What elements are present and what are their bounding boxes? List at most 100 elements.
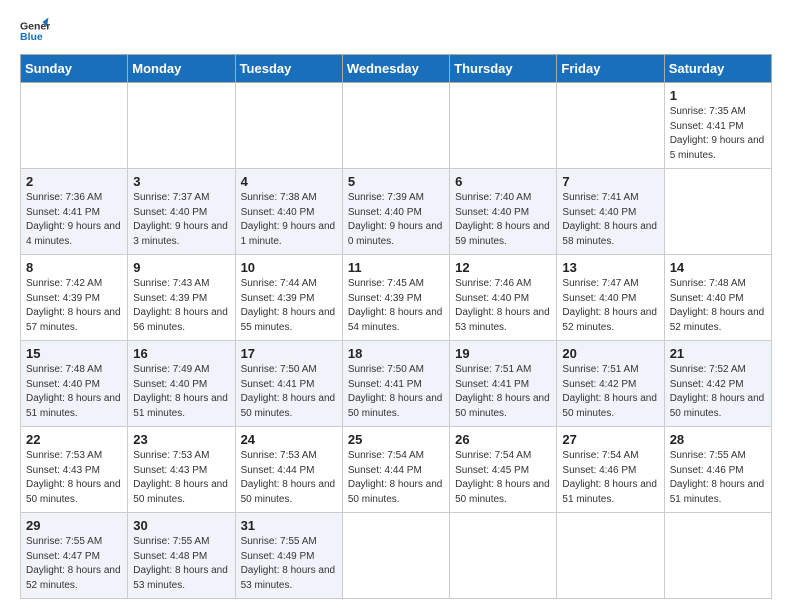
day-number: 23 <box>133 432 229 447</box>
calendar-cell <box>557 513 664 599</box>
day-info: Sunrise: 7:51 AMSunset: 4:41 PMDaylight:… <box>455 363 551 421</box>
calendar-cell <box>557 83 664 169</box>
calendar-cell: 29 Sunrise: 7:55 AMSunset: 4:47 PMDayligh… <box>21 513 128 599</box>
calendar-cell: 23 Sunrise: 7:53 AMSunset: 4:43 PMDayligh… <box>128 427 235 513</box>
day-number: 10 <box>241 260 337 275</box>
logo-icon: General Blue <box>20 16 50 46</box>
day-header-thursday: Thursday <box>450 55 557 83</box>
day-number: 19 <box>455 346 551 361</box>
day-number: 9 <box>133 260 229 275</box>
day-number: 18 <box>348 346 444 361</box>
day-info: Sunrise: 7:43 AMSunset: 4:39 PMDaylight:… <box>133 277 229 335</box>
day-info: Sunrise: 7:55 AMSunset: 4:47 PMDaylight:… <box>26 535 122 593</box>
day-info: Sunrise: 7:35 AMSunset: 4:41 PMDaylight:… <box>670 105 766 163</box>
day-number: 13 <box>562 260 658 275</box>
calendar-cell <box>235 83 342 169</box>
day-number: 2 <box>26 174 122 189</box>
day-info: Sunrise: 7:45 AMSunset: 4:39 PMDaylight:… <box>348 277 444 335</box>
calendar-cell: 31 Sunrise: 7:55 AMSunset: 4:49 PMDayligh… <box>235 513 342 599</box>
day-header-sunday: Sunday <box>21 55 128 83</box>
calendar-cell <box>664 169 771 255</box>
calendar-cell: 7 Sunrise: 7:41 AMSunset: 4:40 PMDaylight… <box>557 169 664 255</box>
calendar-header-row: SundayMondayTuesdayWednesdayThursdayFrid… <box>21 55 772 83</box>
day-header-friday: Friday <box>557 55 664 83</box>
day-info: Sunrise: 7:49 AMSunset: 4:40 PMDaylight:… <box>133 363 229 421</box>
day-info: Sunrise: 7:54 AMSunset: 4:45 PMDaylight:… <box>455 449 551 507</box>
day-info: Sunrise: 7:48 AMSunset: 4:40 PMDaylight:… <box>670 277 766 335</box>
day-number: 16 <box>133 346 229 361</box>
day-info: Sunrise: 7:52 AMSunset: 4:42 PMDaylight:… <box>670 363 766 421</box>
calendar-cell: 15 Sunrise: 7:48 AMSunset: 4:40 PMDayligh… <box>21 341 128 427</box>
calendar-cell: 10 Sunrise: 7:44 AMSunset: 4:39 PMDayligh… <box>235 255 342 341</box>
day-info: Sunrise: 7:53 AMSunset: 4:43 PMDaylight:… <box>133 449 229 507</box>
day-number: 8 <box>26 260 122 275</box>
day-header-tuesday: Tuesday <box>235 55 342 83</box>
day-header-saturday: Saturday <box>664 55 771 83</box>
day-info: Sunrise: 7:36 AMSunset: 4:41 PMDaylight:… <box>26 191 122 249</box>
calendar-week-row: 2 Sunrise: 7:36 AMSunset: 4:41 PMDaylight… <box>21 169 772 255</box>
day-info: Sunrise: 7:55 AMSunset: 4:46 PMDaylight:… <box>670 449 766 507</box>
calendar-cell: 5 Sunrise: 7:39 AMSunset: 4:40 PMDaylight… <box>342 169 449 255</box>
day-info: Sunrise: 7:42 AMSunset: 4:39 PMDaylight:… <box>26 277 122 335</box>
calendar-cell <box>450 513 557 599</box>
calendar-cell: 28Sunrise: 7:55 AMSunset: 4:46 PMDayligh… <box>664 427 771 513</box>
day-number: 21 <box>670 346 766 361</box>
day-number: 24 <box>241 432 337 447</box>
calendar-cell: 16 Sunrise: 7:49 AMSunset: 4:40 PMDayligh… <box>128 341 235 427</box>
day-info: Sunrise: 7:47 AMSunset: 4:40 PMDaylight:… <box>562 277 658 335</box>
calendar-cell: 19 Sunrise: 7:51 AMSunset: 4:41 PMDayligh… <box>450 341 557 427</box>
calendar-cell <box>342 513 449 599</box>
calendar-cell: 17Sunrise: 7:50 AMSunset: 4:41 PMDayligh… <box>235 341 342 427</box>
calendar-cell: 11Sunrise: 7:45 AMSunset: 4:39 PMDayligh… <box>342 255 449 341</box>
day-number: 3 <box>133 174 229 189</box>
day-info: Sunrise: 7:40 AMSunset: 4:40 PMDaylight:… <box>455 191 551 249</box>
day-info: Sunrise: 7:55 AMSunset: 4:49 PMDaylight:… <box>241 535 337 593</box>
calendar-cell: 24 Sunrise: 7:53 AMSunset: 4:44 PMDayligh… <box>235 427 342 513</box>
day-info: Sunrise: 7:51 AMSunset: 4:42 PMDaylight:… <box>562 363 658 421</box>
day-info: Sunrise: 7:50 AMSunset: 4:41 PMDaylight:… <box>241 363 337 421</box>
day-number: 12 <box>455 260 551 275</box>
calendar-cell: 20 Sunrise: 7:51 AMSunset: 4:42 PMDayligh… <box>557 341 664 427</box>
calendar-cell: 18Sunrise: 7:50 AMSunset: 4:41 PMDayligh… <box>342 341 449 427</box>
day-info: Sunrise: 7:46 AMSunset: 4:40 PMDaylight:… <box>455 277 551 335</box>
day-number: 29 <box>26 518 122 533</box>
calendar-cell: 4Sunrise: 7:38 AMSunset: 4:40 PMDaylight… <box>235 169 342 255</box>
day-number: 14 <box>670 260 766 275</box>
day-number: 31 <box>241 518 337 533</box>
day-number: 20 <box>562 346 658 361</box>
calendar-cell <box>664 513 771 599</box>
calendar-cell <box>21 83 128 169</box>
day-info: Sunrise: 7:41 AMSunset: 4:40 PMDaylight:… <box>562 191 658 249</box>
day-info: Sunrise: 7:48 AMSunset: 4:40 PMDaylight:… <box>26 363 122 421</box>
calendar-cell <box>450 83 557 169</box>
day-info: Sunrise: 7:53 AMSunset: 4:44 PMDaylight:… <box>241 449 337 507</box>
svg-text:Blue: Blue <box>20 31 43 43</box>
day-info: Sunrise: 7:44 AMSunset: 4:39 PMDaylight:… <box>241 277 337 335</box>
day-info: Sunrise: 7:38 AMSunset: 4:40 PMDaylight:… <box>241 191 337 249</box>
calendar-cell: 30Sunrise: 7:55 AMSunset: 4:48 PMDayligh… <box>128 513 235 599</box>
day-number: 6 <box>455 174 551 189</box>
day-number: 5 <box>348 174 444 189</box>
day-number: 25 <box>348 432 444 447</box>
page-header: General Blue <box>20 16 772 46</box>
day-number: 1 <box>670 88 766 103</box>
day-info: Sunrise: 7:37 AMSunset: 4:40 PMDaylight:… <box>133 191 229 249</box>
day-header-monday: Monday <box>128 55 235 83</box>
day-number: 15 <box>26 346 122 361</box>
calendar-week-row: 22 Sunrise: 7:53 AMSunset: 4:43 PMDayligh… <box>21 427 772 513</box>
calendar-cell: 8 Sunrise: 7:42 AMSunset: 4:39 PMDaylight… <box>21 255 128 341</box>
calendar-table: SundayMondayTuesdayWednesdayThursdayFrid… <box>20 54 772 599</box>
day-number: 22 <box>26 432 122 447</box>
calendar-cell: 22Sunrise: 7:53 AMSunset: 4:43 PMDayligh… <box>21 427 128 513</box>
calendar-week-row: 1 Sunrise: 7:35 AMSunset: 4:41 PMDaylight… <box>21 83 772 169</box>
calendar-cell: 13 Sunrise: 7:47 AMSunset: 4:40 PMDayligh… <box>557 255 664 341</box>
calendar-cell: 25 Sunrise: 7:54 AMSunset: 4:44 PMDayligh… <box>342 427 449 513</box>
day-info: Sunrise: 7:39 AMSunset: 4:40 PMDaylight:… <box>348 191 444 249</box>
calendar-cell: 21 Sunrise: 7:52 AMSunset: 4:42 PMDayligh… <box>664 341 771 427</box>
day-number: 7 <box>562 174 658 189</box>
calendar-body: 1 Sunrise: 7:35 AMSunset: 4:41 PMDaylight… <box>21 83 772 599</box>
calendar-cell: 27Sunrise: 7:54 AMSunset: 4:46 PMDayligh… <box>557 427 664 513</box>
day-header-wednesday: Wednesday <box>342 55 449 83</box>
day-info: Sunrise: 7:54 AMSunset: 4:46 PMDaylight:… <box>562 449 658 507</box>
day-info: Sunrise: 7:54 AMSunset: 4:44 PMDaylight:… <box>348 449 444 507</box>
